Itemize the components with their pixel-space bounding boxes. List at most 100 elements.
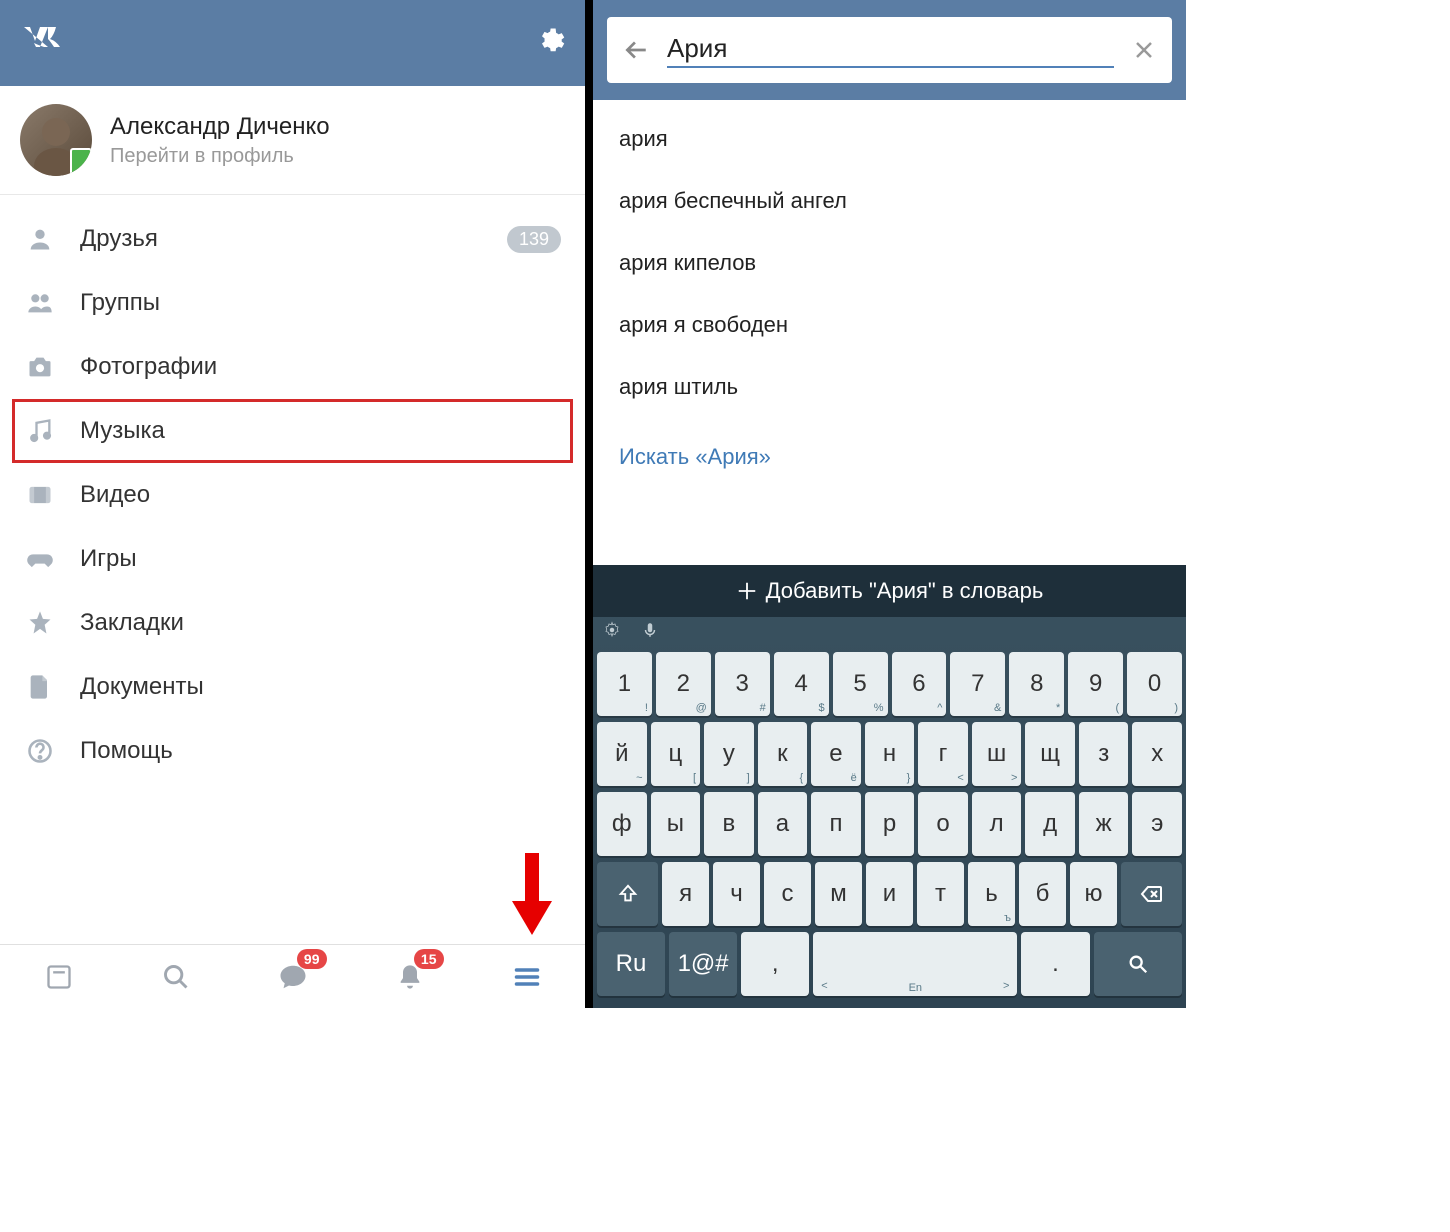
key-я[interactable]: я bbox=[662, 862, 709, 926]
menu-item-video[interactable]: Видео bbox=[0, 463, 585, 527]
friends-icon bbox=[24, 223, 56, 255]
keyboard: Добавить "Ария" в словарь 1!2@3#4$5%6^7&… bbox=[593, 565, 1186, 1008]
key-shift[interactable] bbox=[597, 862, 658, 926]
tab-search[interactable] bbox=[152, 953, 200, 1001]
key-4[interactable]: 4$ bbox=[774, 652, 829, 716]
key-н[interactable]: н} bbox=[865, 722, 915, 786]
back-icon[interactable] bbox=[623, 37, 649, 63]
keyboard-suggestion-bar[interactable]: Добавить "Ария" в словарь bbox=[593, 565, 1186, 617]
bookmarks-icon bbox=[24, 607, 56, 639]
key-symbols[interactable]: 1@# bbox=[669, 932, 737, 996]
key-backspace[interactable] bbox=[1121, 862, 1182, 926]
profile-row[interactable]: Александр Диченко Перейти в профиль bbox=[0, 86, 585, 195]
key-т[interactable]: т bbox=[917, 862, 964, 926]
menu-item-friends[interactable]: Друзья 139 bbox=[0, 207, 585, 271]
add-word-text: Добавить "Ария" в словарь bbox=[766, 578, 1044, 604]
key-ц[interactable]: ц[ bbox=[651, 722, 701, 786]
kb-settings-icon[interactable] bbox=[603, 621, 621, 644]
key-х[interactable]: х bbox=[1132, 722, 1182, 786]
key-з[interactable]: з bbox=[1079, 722, 1129, 786]
key-9[interactable]: 9( bbox=[1068, 652, 1123, 716]
suggestion-item[interactable]: ария я свободен bbox=[593, 294, 1186, 356]
key-8[interactable]: 8* bbox=[1009, 652, 1064, 716]
menu-label: Группы bbox=[80, 289, 561, 317]
key-6[interactable]: 6^ bbox=[892, 652, 947, 716]
key-1[interactable]: 1! bbox=[597, 652, 652, 716]
suggestion-item[interactable]: ария штиль bbox=[593, 356, 1186, 418]
key-7[interactable]: 7& bbox=[950, 652, 1005, 716]
settings-icon[interactable] bbox=[535, 26, 565, 61]
search-input[interactable] bbox=[667, 33, 1114, 68]
key-у[interactable]: у] bbox=[704, 722, 754, 786]
profile-text: Александр Диченко Перейти в профиль bbox=[110, 113, 330, 168]
key-2[interactable]: 2@ bbox=[656, 652, 711, 716]
key-3[interactable]: 3# bbox=[715, 652, 770, 716]
menu-badge: 139 bbox=[507, 226, 561, 253]
key-р[interactable]: р bbox=[865, 792, 915, 856]
key-б[interactable]: б bbox=[1019, 862, 1066, 926]
key-п[interactable]: п bbox=[811, 792, 861, 856]
menu-item-games[interactable]: Игры bbox=[0, 527, 585, 591]
key-щ[interactable]: щ bbox=[1025, 722, 1075, 786]
menu-item-groups[interactable]: Группы bbox=[0, 271, 585, 335]
arrow-annotation bbox=[507, 853, 557, 948]
key-и[interactable]: и bbox=[866, 862, 913, 926]
tab-messages[interactable]: 99 bbox=[269, 953, 317, 1001]
key-space[interactable]: En<> bbox=[813, 932, 1017, 996]
key-к[interactable]: к{ bbox=[758, 722, 808, 786]
key-dot[interactable]: . bbox=[1021, 932, 1089, 996]
key-м[interactable]: м bbox=[815, 862, 862, 926]
menu-item-photos[interactable]: Фотографии bbox=[0, 335, 585, 399]
key-г[interactable]: г< bbox=[918, 722, 968, 786]
key-о[interactable]: о bbox=[918, 792, 968, 856]
menu-label: Документы bbox=[80, 673, 561, 701]
key-ж[interactable]: ж bbox=[1079, 792, 1129, 856]
key-comma[interactable]: , bbox=[741, 932, 809, 996]
key-в[interactable]: в bbox=[704, 792, 754, 856]
key-lang[interactable]: Ru bbox=[597, 932, 665, 996]
key-0[interactable]: 0) bbox=[1127, 652, 1182, 716]
key-ч[interactable]: ч bbox=[713, 862, 760, 926]
key-ф[interactable]: ф bbox=[597, 792, 647, 856]
kb-mic-icon[interactable] bbox=[641, 621, 659, 644]
key-ш[interactable]: ш> bbox=[972, 722, 1022, 786]
menu-label: Закладки bbox=[80, 609, 561, 637]
key-5[interactable]: 5% bbox=[833, 652, 888, 716]
key-ю[interactable]: ю bbox=[1070, 862, 1117, 926]
key-ы[interactable]: ы bbox=[651, 792, 701, 856]
suggestion-item[interactable]: ария bbox=[593, 108, 1186, 170]
keyboard-toolbar bbox=[593, 617, 1186, 646]
search-link[interactable]: Искать «Ария» bbox=[593, 426, 1186, 488]
suggestions-list: арияария беспечный ангелария кипеловария… bbox=[593, 100, 1186, 426]
vk-logo bbox=[20, 22, 68, 64]
key-д[interactable]: д bbox=[1025, 792, 1075, 856]
key-ь[interactable]: ьъ bbox=[968, 862, 1015, 926]
key-л[interactable]: л bbox=[972, 792, 1022, 856]
key-э[interactable]: э bbox=[1132, 792, 1182, 856]
menu-item-music[interactable]: Музыка bbox=[12, 399, 573, 463]
menu-item-documents[interactable]: Документы bbox=[0, 655, 585, 719]
tab-menu[interactable] bbox=[503, 953, 551, 1001]
suggestion-item[interactable]: ария беспечный ангел bbox=[593, 170, 1186, 232]
search-header bbox=[593, 0, 1186, 100]
video-icon bbox=[24, 479, 56, 511]
suggestion-item[interactable]: ария кипелов bbox=[593, 232, 1186, 294]
key-а[interactable]: а bbox=[758, 792, 808, 856]
search-bar bbox=[607, 17, 1172, 83]
tab-news[interactable] bbox=[35, 953, 83, 1001]
notifications-badge: 15 bbox=[414, 949, 444, 969]
menu-item-help[interactable]: Помощь bbox=[0, 719, 585, 783]
key-е[interactable]: её bbox=[811, 722, 861, 786]
menu-item-bookmarks[interactable]: Закладки bbox=[0, 591, 585, 655]
menu-label: Игры bbox=[80, 545, 561, 573]
key-й[interactable]: й~ bbox=[597, 722, 647, 786]
menu-label: Фотографии bbox=[80, 353, 561, 381]
music-icon bbox=[24, 415, 56, 447]
key-search[interactable] bbox=[1094, 932, 1183, 996]
tab-notifications[interactable]: 15 bbox=[386, 953, 434, 1001]
clear-icon[interactable] bbox=[1132, 38, 1156, 62]
header bbox=[0, 0, 585, 86]
documents-icon bbox=[24, 671, 56, 703]
tab-bar: 99 15 bbox=[0, 944, 585, 1008]
key-с[interactable]: с bbox=[764, 862, 811, 926]
